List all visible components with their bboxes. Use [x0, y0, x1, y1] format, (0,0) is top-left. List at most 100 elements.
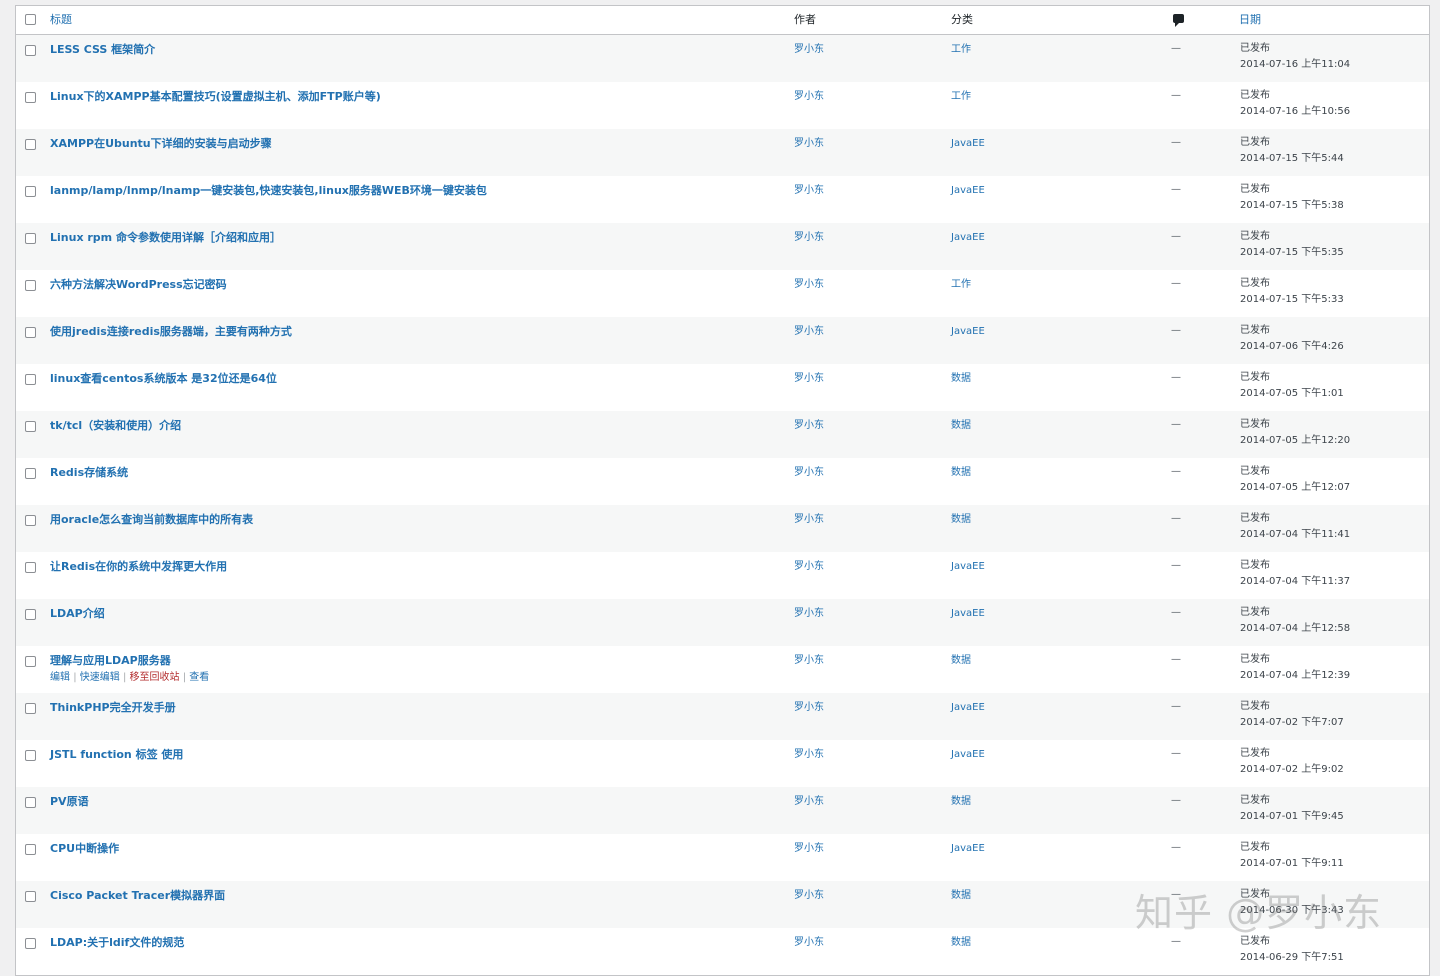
edit-link[interactable]: 编辑 [50, 672, 70, 683]
author-link[interactable]: 罗小东 [794, 325, 824, 339]
post-title-link[interactable]: XAMPP在Ubuntu下详细的安装与启动步骤 [50, 137, 272, 151]
category-link[interactable]: JavaEE [951, 842, 985, 856]
category-link[interactable]: 数据 [951, 513, 971, 527]
row-checkbox[interactable] [25, 656, 36, 667]
post-title-link[interactable]: 用oracle怎么查询当前数据库中的所有表 [50, 513, 253, 527]
author-link[interactable]: 罗小东 [794, 278, 824, 292]
category-link[interactable]: JavaEE [951, 325, 985, 339]
row-checkbox[interactable] [25, 280, 36, 291]
category-link[interactable]: 工作 [951, 278, 971, 292]
row-checkbox[interactable] [25, 45, 36, 56]
post-title-link[interactable]: Linux下的XAMPP基本配置技巧(设置虚拟主机、添加FTP账户等) [50, 90, 381, 104]
author-link[interactable]: 罗小东 [794, 936, 824, 950]
post-title-link[interactable]: LDAP:关于ldif文件的规范 [50, 936, 184, 950]
row-checkbox[interactable] [25, 562, 36, 573]
category-link[interactable]: JavaEE [951, 560, 985, 574]
row-checkbox[interactable] [25, 938, 36, 949]
table-row: Linux rpm 命令参数使用详解［介绍和应用］ 罗小东 JavaEE — 已发布 20… [16, 223, 1429, 270]
quick-edit-link[interactable]: 快速编辑 [80, 672, 120, 683]
post-title-link[interactable]: Redis存储系统 [50, 466, 128, 480]
view-link[interactable]: 查看 [189, 672, 209, 683]
post-date: 2014-07-15 下午5:35 [1240, 247, 1344, 258]
post-title-link[interactable]: ThinkPHP完全开发手册 [50, 701, 176, 715]
row-checkbox[interactable] [25, 327, 36, 338]
author-link[interactable]: 罗小东 [794, 795, 824, 809]
post-title-link[interactable]: 理解与应用LDAP服务器 [50, 654, 171, 668]
author-link[interactable]: 罗小东 [794, 889, 824, 903]
category-link[interactable]: 工作 [951, 43, 971, 57]
column-date-sort[interactable]: 日期 [1239, 13, 1261, 27]
author-link[interactable]: 罗小东 [794, 701, 824, 715]
author-link[interactable]: 罗小东 [794, 842, 824, 856]
author-link[interactable]: 罗小东 [794, 748, 824, 762]
post-title-link[interactable]: 让Redis在你的系统中发挥更大作用 [50, 560, 227, 574]
row-checkbox[interactable] [25, 468, 36, 479]
row-checkbox[interactable] [25, 139, 36, 150]
category-link[interactable]: JavaEE [951, 137, 985, 151]
post-date: 2014-06-29 下午7:51 [1240, 952, 1344, 963]
table-row: 六种方法解决WordPress忘记密码 罗小东 工作 — 已发布 2014-07-15 下… [16, 270, 1429, 317]
row-checkbox[interactable] [25, 750, 36, 761]
row-checkbox[interactable] [25, 92, 36, 103]
author-link[interactable]: 罗小东 [794, 466, 824, 480]
author-link[interactable]: 罗小东 [794, 560, 824, 574]
post-title-link[interactable]: CPU中断操作 [50, 842, 119, 856]
category-link[interactable]: 数据 [951, 372, 971, 386]
table-row: 理解与应用LDAP服务器 罗小东 数据 — 已发布 2014-07-04 上午12:39 编… [16, 646, 1429, 693]
post-status: 已发布 [1240, 231, 1270, 242]
comment-count: — [1171, 278, 1181, 289]
author-link[interactable]: 罗小东 [794, 419, 824, 433]
post-title-link[interactable]: 使用jredis连接redis服务器端，主要有两种方式 [50, 325, 292, 339]
row-checkbox[interactable] [25, 797, 36, 808]
row-checkbox[interactable] [25, 703, 36, 714]
post-title-link[interactable]: Cisco Packet Tracer模拟器界面 [50, 889, 225, 903]
category-link[interactable]: 数据 [951, 654, 971, 668]
post-title-link[interactable]: PV原语 [50, 795, 89, 809]
category-link[interactable]: 数据 [951, 889, 971, 903]
post-date: 2014-07-16 上午11:04 [1240, 59, 1351, 70]
comment-count: — [1171, 43, 1181, 54]
post-title-link[interactable]: LESS CSS 框架简介 [50, 43, 155, 57]
column-title-sort[interactable]: 标题 [50, 13, 72, 27]
author-link[interactable]: 罗小东 [794, 90, 824, 104]
row-checkbox[interactable] [25, 891, 36, 902]
category-link[interactable]: JavaEE [951, 231, 985, 245]
author-link[interactable]: 罗小东 [794, 372, 824, 386]
category-link[interactable]: 数据 [951, 466, 971, 480]
author-link[interactable]: 罗小东 [794, 654, 824, 668]
post-title-link[interactable]: lanmp/lamp/lnmp/lnamp一键安装包,快速安装包,linux服务… [50, 184, 487, 198]
author-link[interactable]: 罗小东 [794, 607, 824, 621]
category-link[interactable]: JavaEE [951, 607, 985, 621]
row-checkbox[interactable] [25, 186, 36, 197]
post-title-link[interactable]: LDAP介绍 [50, 607, 105, 621]
row-checkbox[interactable] [25, 233, 36, 244]
post-status: 已发布 [1240, 90, 1270, 101]
author-link[interactable]: 罗小东 [794, 513, 824, 527]
row-checkbox[interactable] [25, 844, 36, 855]
author-link[interactable]: 罗小东 [794, 137, 824, 151]
post-title-link[interactable]: JSTL function 标签 使用 [50, 748, 183, 762]
category-link[interactable]: 数据 [951, 936, 971, 950]
table-row: linux查看centos系统版本 是32位还是64位 罗小东 数据 — 已发布 2014… [16, 364, 1429, 411]
category-link[interactable]: 数据 [951, 795, 971, 809]
post-title-link[interactable]: tk/tcl（安装和使用）介绍 [50, 419, 181, 433]
category-link[interactable]: 工作 [951, 90, 971, 104]
post-title-link[interactable]: linux查看centos系统版本 是32位还是64位 [50, 372, 277, 386]
category-link[interactable]: JavaEE [951, 184, 985, 198]
category-link[interactable]: JavaEE [951, 748, 985, 762]
row-checkbox[interactable] [25, 609, 36, 620]
post-status: 已发布 [1240, 278, 1270, 289]
category-link[interactable]: 数据 [951, 419, 971, 433]
author-link[interactable]: 罗小东 [794, 184, 824, 198]
row-checkbox[interactable] [25, 515, 36, 526]
trash-link[interactable]: 移至回收站 [130, 672, 180, 683]
post-title-link[interactable]: Linux rpm 命令参数使用详解［介绍和应用］ [50, 231, 281, 245]
row-checkbox[interactable] [25, 421, 36, 432]
category-link[interactable]: JavaEE [951, 701, 985, 715]
row-checkbox[interactable] [25, 374, 36, 385]
author-link[interactable]: 罗小东 [794, 43, 824, 57]
author-link[interactable]: 罗小东 [794, 231, 824, 245]
select-all-checkbox[interactable] [25, 14, 36, 25]
separator: | [122, 672, 127, 683]
post-title-link[interactable]: 六种方法解决WordPress忘记密码 [50, 278, 227, 292]
